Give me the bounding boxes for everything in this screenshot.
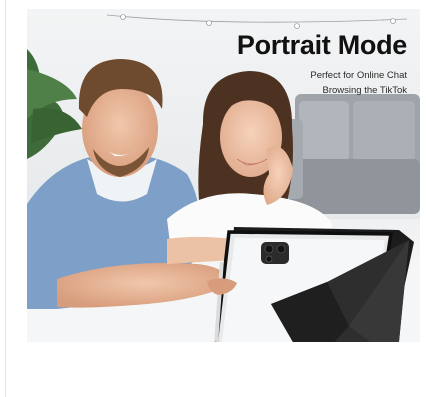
banner-footer-space [27, 342, 420, 397]
banner-subtitle-line-2: Browsing the TikTok [322, 85, 407, 96]
page-divider [5, 0, 6, 397]
banner-subtitle-line-1: Perfect for Online Chat [310, 70, 407, 81]
product-banner: Portrait Mode Perfect for Online Chat Br… [27, 9, 420, 342]
banner-title: Portrait Mode [236, 30, 407, 60]
